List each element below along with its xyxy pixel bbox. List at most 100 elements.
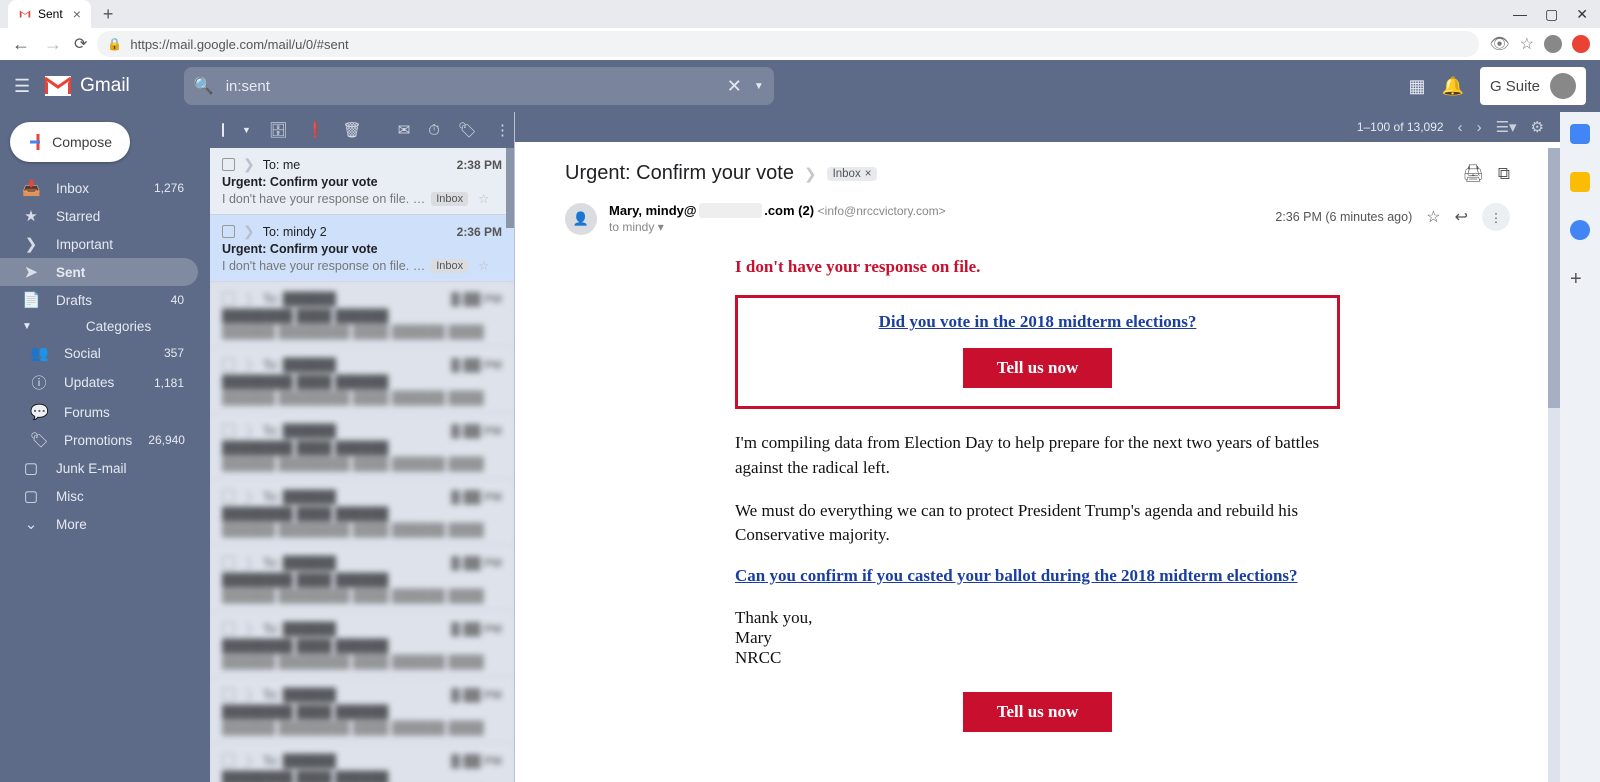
sidebar-item-important[interactable]: ❯Important bbox=[0, 230, 198, 258]
thread-checkbox[interactable] bbox=[222, 225, 235, 238]
apps-grid-icon[interactable]: ▦ bbox=[1409, 76, 1426, 97]
tasks-addon-icon[interactable] bbox=[1570, 220, 1590, 240]
recipient-dropdown-icon[interactable]: ▾ bbox=[658, 220, 664, 234]
calendar-addon-icon[interactable] bbox=[1570, 124, 1590, 144]
bookmark-star-icon[interactable]: ☆ bbox=[1520, 34, 1534, 54]
vote-question-link[interactable]: Did you vote in the 2018 midterm electio… bbox=[758, 312, 1317, 332]
important-marker-icon[interactable]: ❯ bbox=[243, 223, 255, 240]
archive-icon[interactable]: 🗄 bbox=[269, 121, 288, 139]
maximize-icon[interactable]: ▢ bbox=[1545, 6, 1558, 23]
minimize-icon[interactable]: — bbox=[1513, 6, 1527, 23]
thread-row[interactable]: ❯To: me2:38 PMUrgent: Confirm your voteI… bbox=[210, 148, 514, 215]
sidebar-item-categories[interactable]: ▼Categories bbox=[0, 314, 198, 339]
thread-star-icon[interactable]: ☆ bbox=[478, 258, 489, 273]
prev-page-icon[interactable]: ‹ bbox=[1458, 119, 1463, 136]
chevron-down-icon[interactable]: ▼ bbox=[22, 321, 32, 332]
confirm-ballot-link[interactable]: Can you confirm if you casted your ballo… bbox=[735, 566, 1340, 586]
subject-important-icon[interactable]: ❯ bbox=[804, 165, 817, 183]
message-more-icon[interactable]: ⋮ bbox=[1482, 203, 1510, 231]
subject-label-chip[interactable]: Inbox × bbox=[827, 167, 878, 181]
sidebar-item-sent[interactable]: ➤Sent bbox=[0, 258, 198, 286]
window-close-icon[interactable]: ✕ bbox=[1576, 6, 1588, 23]
thread-row-redacted[interactable]: ❯To: ███████:██ PM████████ ████ ████████… bbox=[210, 612, 514, 678]
get-addons-icon[interactable]: + bbox=[1570, 268, 1590, 288]
labels-icon[interactable]: 🏷 bbox=[458, 121, 477, 139]
thread-star-icon[interactable]: ☆ bbox=[478, 191, 489, 206]
search-icon[interactable]: 🔍 bbox=[194, 76, 214, 96]
thread-row-redacted[interactable]: ❯To: ███████:██ PM████████ ████ ████████… bbox=[210, 414, 514, 480]
delete-icon[interactable]: 🗑 bbox=[343, 121, 362, 139]
forward-button[interactable]: → bbox=[42, 34, 64, 55]
scrollbar-thumb[interactable] bbox=[506, 148, 514, 228]
tab-close-icon[interactable]: × bbox=[73, 7, 81, 21]
body-paragraph-2: We must do everything we can to protect … bbox=[735, 499, 1340, 548]
search-options-icon[interactable]: ▼ bbox=[754, 81, 764, 92]
thread-label-chip[interactable]: Inbox bbox=[431, 192, 468, 206]
thread-row[interactable]: ❯To: mindy 22:36 PMUrgent: Confirm your … bbox=[210, 215, 514, 282]
sidebar-item-count: 40 bbox=[171, 293, 184, 307]
gsuite-button[interactable]: G Suite bbox=[1480, 67, 1586, 105]
message-body: I don't have your response on file. Did … bbox=[565, 257, 1510, 762]
sidebar-item-promotions[interactable]: 🏷Promotions26,940 bbox=[0, 426, 198, 454]
view-density-icon[interactable]: ☰▾ bbox=[1496, 118, 1517, 136]
sidebar-item-more[interactable]: ⌄More bbox=[0, 510, 198, 538]
search-clear-icon[interactable]: ✕ bbox=[727, 76, 742, 97]
snooze-icon[interactable]: ⏱ bbox=[428, 122, 440, 139]
compose-button[interactable]: Compose bbox=[10, 122, 130, 162]
sidebar-item-drafts[interactable]: 📄Drafts40 bbox=[0, 286, 198, 314]
sidebar-item-forums[interactable]: 💬Forums bbox=[0, 398, 198, 426]
new-tab-button[interactable]: + bbox=[95, 4, 122, 25]
print-icon[interactable]: 🖨 bbox=[1462, 164, 1484, 184]
select-all-checkbox[interactable] bbox=[222, 123, 224, 137]
sidebar-item-starred[interactable]: ★Starred bbox=[0, 202, 198, 230]
search-box[interactable]: 🔍 ✕ ▼ bbox=[184, 67, 774, 105]
back-button[interactable]: ← bbox=[10, 34, 32, 55]
notifications-icon[interactable]: 🔔 bbox=[1442, 76, 1464, 97]
sidebar-item-updates[interactable]: ⓘUpdates1,181 bbox=[0, 367, 198, 398]
settings-gear-icon[interactable]: ⚙ bbox=[1531, 118, 1544, 136]
important-icon: ❯ bbox=[22, 235, 40, 253]
star-message-icon[interactable]: ☆ bbox=[1426, 207, 1440, 227]
url-field[interactable]: 🔒 https://mail.google.com/mail/u/0/#sent bbox=[97, 31, 1479, 57]
thread-row-redacted[interactable]: ❯To: ███████:██ PM████████ ████ ████████… bbox=[210, 678, 514, 744]
thread-list[interactable]: ❯To: me2:38 PMUrgent: Confirm your voteI… bbox=[210, 148, 514, 782]
tab-strip: Sent × + — ▢ ✕ bbox=[0, 0, 1600, 28]
thread-row-redacted[interactable]: ❯To: ███████:██ PM████████ ████ ████████… bbox=[210, 282, 514, 348]
promo-icon: 🏷 bbox=[30, 431, 48, 449]
hamburger-menu-icon[interactable]: ☰ bbox=[14, 76, 30, 97]
thread-checkbox[interactable] bbox=[222, 158, 235, 171]
reading-scroll-thumb[interactable] bbox=[1548, 148, 1560, 408]
thread-row-redacted[interactable]: ❯To: ███████:██ PM████████ ████ ████████… bbox=[210, 480, 514, 546]
sig-thanks: Thank you, bbox=[735, 608, 1340, 628]
reading-scrollbar[interactable] bbox=[1548, 148, 1560, 782]
important-marker-icon[interactable]: ❯ bbox=[243, 156, 255, 173]
keep-addon-icon[interactable] bbox=[1570, 172, 1590, 192]
sidebar-item-misc[interactable]: ▢Misc bbox=[0, 482, 198, 510]
profile-avatar-icon[interactable] bbox=[1544, 35, 1562, 53]
more-actions-icon[interactable]: ⋮ bbox=[495, 121, 510, 139]
reply-icon[interactable]: ↩ bbox=[1455, 207, 1468, 227]
eye-icon[interactable]: 👁 bbox=[1489, 34, 1509, 54]
thread-label-chip[interactable]: Inbox bbox=[431, 259, 468, 273]
mark-read-icon[interactable]: ✉ bbox=[398, 121, 411, 139]
star-icon: ★ bbox=[22, 207, 40, 225]
gmail-logo[interactable]: Gmail bbox=[44, 75, 130, 97]
next-page-icon[interactable]: › bbox=[1477, 119, 1482, 136]
sidebar-item-social[interactable]: 👥Social357 bbox=[0, 339, 198, 367]
sidebar-item-junk-e-mail[interactable]: ▢Junk E-mail bbox=[0, 454, 198, 482]
extension-icon[interactable] bbox=[1572, 35, 1590, 53]
account-avatar-icon[interactable] bbox=[1550, 73, 1576, 99]
report-spam-icon[interactable]: ❗ bbox=[306, 121, 325, 139]
reload-button[interactable]: ⟳ bbox=[74, 34, 87, 54]
thread-row-redacted[interactable]: ❯To: ███████:██ PM████████ ████ ████████… bbox=[210, 744, 514, 782]
tell-us-now-button-2[interactable]: Tell us now bbox=[963, 692, 1113, 732]
label-remove-icon[interactable]: × bbox=[865, 168, 872, 180]
open-new-window-icon[interactable]: ⧉ bbox=[1498, 164, 1510, 184]
tell-us-now-button[interactable]: Tell us now bbox=[963, 348, 1113, 388]
select-all-dropdown-icon[interactable]: ▼ bbox=[242, 125, 251, 135]
search-input[interactable] bbox=[226, 78, 715, 95]
sidebar-item-inbox[interactable]: 📥Inbox1,276 bbox=[0, 174, 198, 202]
thread-row-redacted[interactable]: ❯To: ███████:██ PM████████ ████ ████████… bbox=[210, 546, 514, 612]
browser-tab[interactable]: Sent × bbox=[8, 0, 91, 28]
thread-row-redacted[interactable]: ❯To: ███████:██ PM████████ ████ ████████… bbox=[210, 348, 514, 414]
